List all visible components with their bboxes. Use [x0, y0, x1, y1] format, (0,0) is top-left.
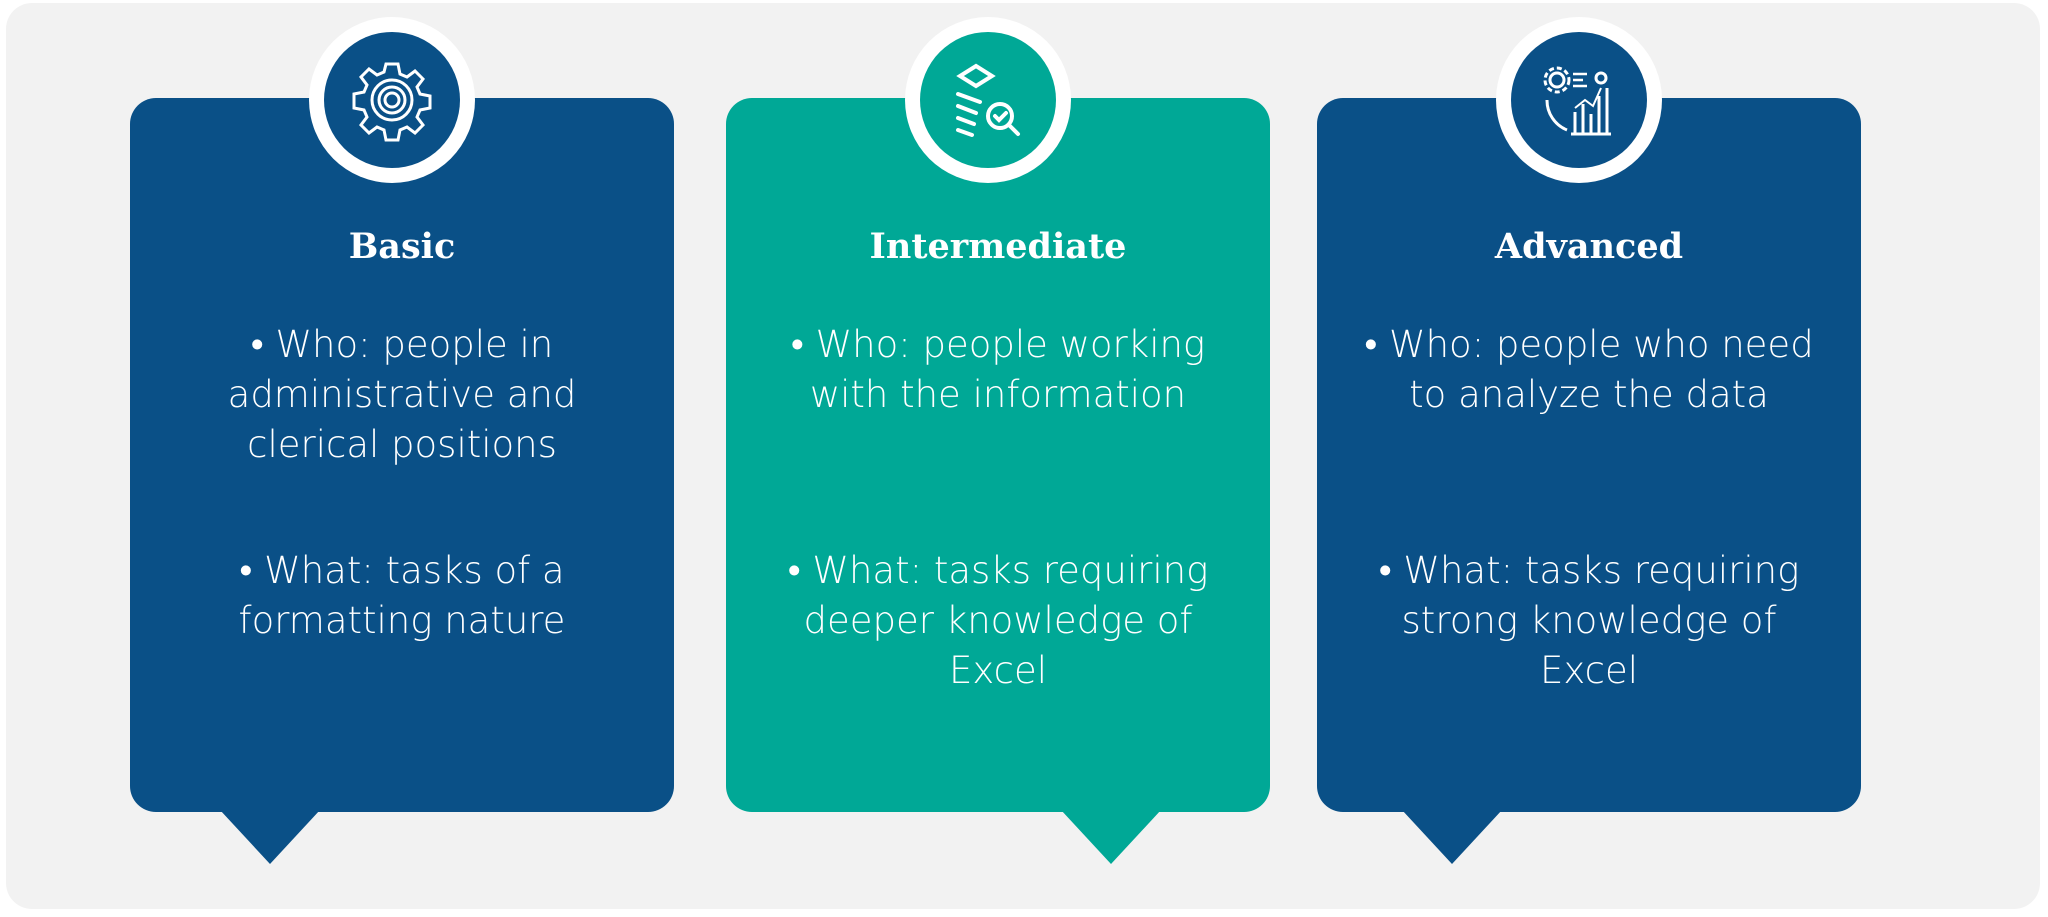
card-who-text: • Who: people working with the informati…	[790, 323, 1206, 416]
card-basic: Basic • Who: people in administrative an…	[130, 98, 674, 812]
icon-badge	[309, 17, 475, 183]
icon-badge	[1496, 17, 1662, 183]
card-title: Intermediate	[869, 226, 1127, 267]
card-pointer	[220, 810, 320, 864]
card-who-text: • Who: people who need to analyze the da…	[1364, 323, 1814, 416]
card-intermediate: Intermediate • Who: people working with …	[726, 98, 1270, 812]
card-pointer	[1061, 810, 1161, 864]
icon-badge	[905, 17, 1071, 183]
analytics-chart-icon	[1511, 32, 1647, 168]
card-who-text: • Who: people in administrative and cler…	[227, 323, 577, 466]
card-title: Advanced	[1494, 226, 1684, 267]
card-pointer	[1402, 810, 1502, 864]
card-what-text: • What: tasks of a formatting nature	[238, 549, 566, 642]
card-advanced: Advanced • Who: people who need to analy…	[1317, 98, 1861, 812]
document-search-check-icon	[920, 32, 1056, 168]
gear-icon	[324, 32, 460, 168]
card-what-text: • What: tasks requiring deeper knowledge…	[787, 549, 1209, 692]
card-what-text: • What: tasks requiring strong knowledge…	[1378, 549, 1800, 692]
card-title: Basic	[348, 226, 456, 267]
